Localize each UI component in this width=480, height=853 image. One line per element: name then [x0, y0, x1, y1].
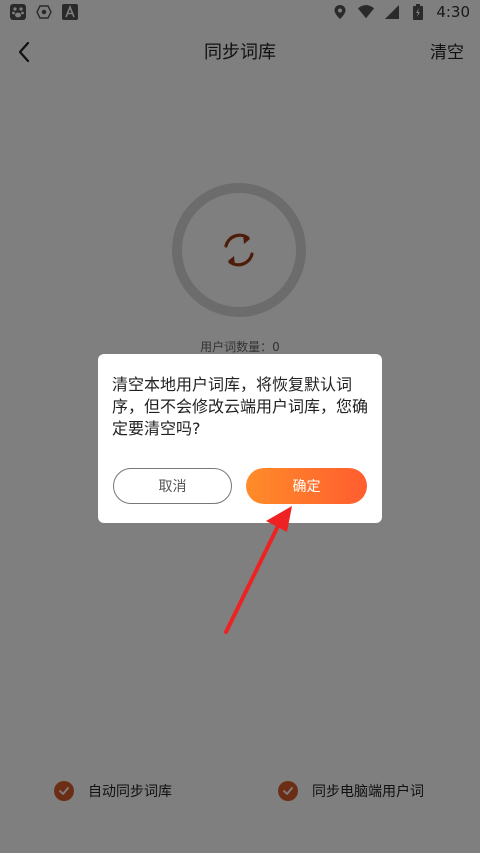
- clear-confirm-dialog: 清空本地用户词库，将恢复默认词序，但不会修改云端用户词库，您确定要清空吗? 取消…: [98, 354, 382, 523]
- dialog-message: 清空本地用户词库，将恢复默认词序，但不会修改云端用户词库，您确定要清空吗?: [112, 375, 369, 438]
- cancel-button[interactable]: 取消: [113, 468, 232, 504]
- confirm-button[interactable]: 确定: [246, 468, 367, 504]
- screen: 4:30 同步词库 清空 用户词数量：0 自动同步词库: [0, 0, 480, 853]
